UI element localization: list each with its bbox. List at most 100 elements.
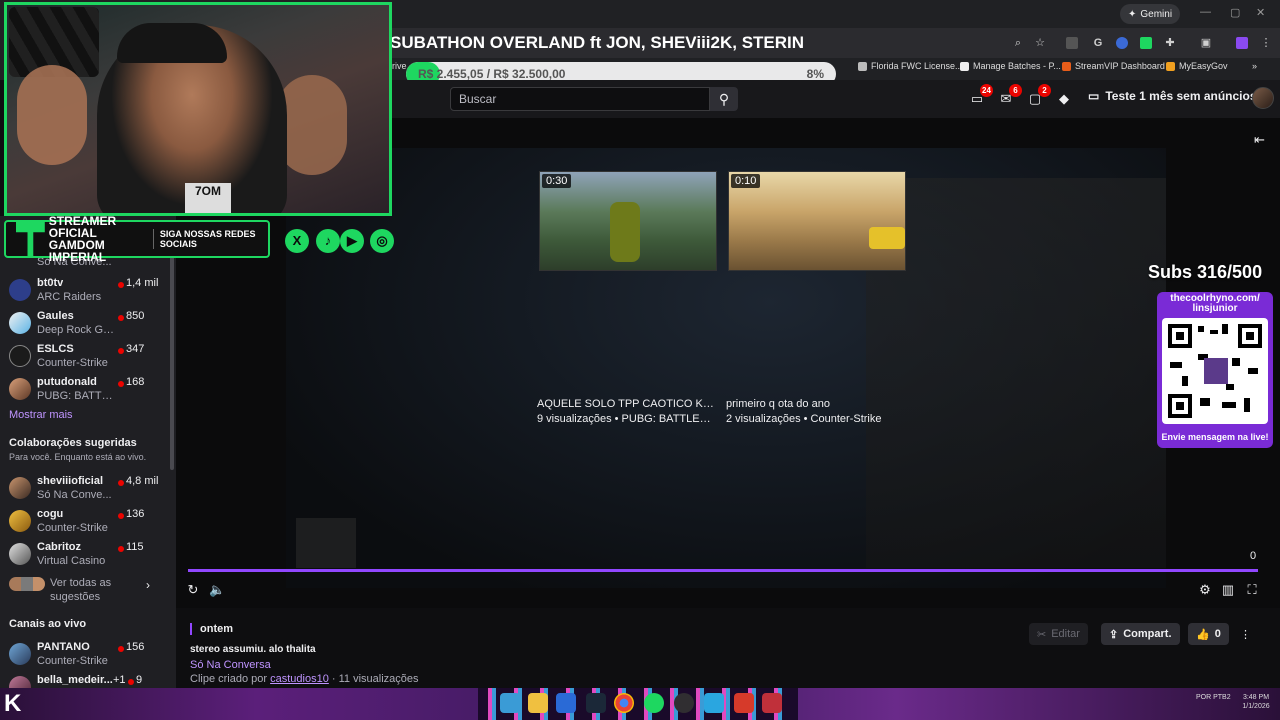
zoom-icon[interactable]: ⌕ [1012, 37, 1024, 49]
channel-name: Cabritoz [37, 541, 81, 553]
sidebar-channel[interactable]: sheviiioficial Só Na Conve... 4,8 mil [0, 472, 176, 504]
file-explorer-icon[interactable] [528, 693, 548, 713]
google-icon[interactable]: G [1092, 37, 1104, 49]
extension-icon[interactable] [1140, 37, 1152, 49]
minimize-icon[interactable]: — [1200, 6, 1211, 18]
close-icon[interactable]: ✕ [1256, 6, 1265, 19]
address-bar[interactable]: SUBATHON OVERLAND ft JON, SHEViii2K, STE… [390, 28, 1280, 58]
live-dot [118, 381, 124, 387]
sidebar-channel[interactable]: cogu Counter-Strike 136 [0, 505, 176, 537]
clip-creator-line: Clipe criado por castudios10 · 11 visual… [190, 673, 419, 685]
bookmark-item[interactable]: Manage Batches - P... [960, 61, 1061, 71]
sidebar: Só Na Conve... bt0tv ARC Raiders 1,4 mil… [0, 216, 176, 690]
bits-icon[interactable]: ◆ [1055, 90, 1073, 108]
user-avatar[interactable] [1252, 87, 1274, 109]
qr-url: thecoolrhyno.com/ linsjunior [1170, 293, 1260, 314]
star-icon[interactable]: ☆ [1034, 37, 1046, 49]
like-button[interactable]: 👍 0 [1188, 623, 1229, 645]
like-count: 0 [1214, 628, 1221, 640]
search-input[interactable]: Buscar [450, 87, 710, 111]
whispers-icon[interactable]: ✉ 6 [997, 84, 1022, 108]
app-icon[interactable] [762, 693, 782, 713]
extension-icon[interactable] [1116, 37, 1128, 49]
bookmark-label: Manage Batches - P... [973, 61, 1061, 71]
sidepanel-icon[interactable]: ▣ [1200, 37, 1212, 49]
bookmark-item[interactable]: StreamVIP Dashboard [1062, 61, 1165, 71]
sidebar-channel[interactable]: putudonald PUBG: BATTLE... 168 [0, 373, 176, 405]
instagram-icon: ◎ [370, 229, 394, 253]
app-icon[interactable] [734, 693, 754, 713]
clip-card[interactable]: 0:10 [728, 171, 906, 271]
settings-icon[interactable]: ⚙ [1197, 582, 1213, 598]
bookmark-item[interactable]: MyEasyGov [1166, 61, 1228, 71]
channel-name: Gaules [37, 310, 74, 322]
webcam-hand [277, 75, 347, 175]
show-more-link[interactable]: Mostrar mais [9, 409, 73, 421]
theatre-mode-icon[interactable]: ▥ [1220, 582, 1236, 598]
obs-icon[interactable] [674, 693, 694, 713]
maximize-icon[interactable]: ▢ [1230, 6, 1240, 19]
ad-free-trial-button[interactable]: ▭ Teste 1 mês sem anúncios [1088, 89, 1257, 103]
channel-game: PUBG: BATTLE... [37, 390, 117, 402]
clip-duration: 0:10 [731, 174, 761, 188]
sidebar-channel[interactable]: Gaules Deep Rock Gal... 850 [0, 307, 176, 339]
replay-icon[interactable]: ↻ [185, 582, 201, 598]
fullscreen-icon[interactable]: ⛶ [1244, 582, 1260, 598]
viewer-count: 115 [126, 541, 144, 553]
sidebar-channel[interactable]: ESLCS Counter-Strike 347 [0, 340, 176, 372]
chevron-right-icon[interactable]: » [1252, 61, 1257, 71]
bookmark-icon [1166, 61, 1175, 71]
bookmark-item[interactable]: Florida FWC License... [858, 61, 963, 71]
viewer-count: 9 [136, 674, 143, 686]
app-icon[interactable] [704, 693, 724, 713]
input-language[interactable]: POR PTB2 [1196, 693, 1231, 702]
clip-category-link[interactable]: Só Na Conversa [190, 659, 271, 671]
share-button[interactable]: ⇪ Compart. [1101, 623, 1180, 645]
bookmark-label: Florida FWC License... [871, 61, 963, 71]
volume-icon[interactable]: 🔈 [209, 582, 225, 598]
guest-count: +1 [113, 674, 126, 686]
clip-meta: 9 visualizações • PUBG: BATTLEGR... [537, 413, 719, 425]
spotify-icon[interactable] [644, 693, 664, 713]
clock[interactable]: 3:48 PM 1/1/2026 [1232, 693, 1280, 711]
more-options-button[interactable]: ⋮ [1232, 623, 1259, 645]
sidebar-channel[interactable]: Cabritoz Virtual Casino 115 [0, 538, 176, 570]
start-icon[interactable] [500, 693, 520, 713]
live-dot [118, 282, 124, 288]
see-all-suggestions[interactable]: Ver todas as sugestões › [0, 574, 176, 604]
inbox-icon[interactable]: ▭ 24 [968, 84, 993, 108]
time-display: 0 [1250, 550, 1257, 562]
tab-bar: ✦ Gemini — ▢ ✕ [390, 0, 1280, 28]
extension-icon[interactable] [1066, 37, 1078, 49]
video-frame-detail [866, 178, 1166, 568]
creator-link[interactable]: castudios10 [270, 673, 329, 685]
channel-name: putudonald [37, 376, 97, 388]
chevron-right-icon: › [146, 578, 150, 592]
clip-title[interactable]: AQUELE SOLO TPP CAOTICO KKK !... [537, 398, 719, 410]
sidebar-scrollbar[interactable] [170, 250, 174, 470]
channel-game: Virtual Casino [37, 555, 106, 567]
clip-card[interactable]: 0:30 [539, 171, 717, 271]
edit-button[interactable]: ✂ Editar [1029, 623, 1088, 645]
gemini-button[interactable]: ✦ Gemini [1120, 4, 1181, 24]
avatar [9, 643, 31, 665]
sidebar-channel[interactable]: bt0tv ARC Raiders 1,4 mil [0, 274, 176, 306]
clip-info-title: stereo assumiu. alo thalita [190, 644, 316, 655]
steam-icon[interactable] [586, 693, 606, 713]
profile-icon[interactable] [1236, 37, 1248, 49]
chrome-icon[interactable] [614, 693, 634, 713]
search-button[interactable]: ⚲ [710, 87, 738, 111]
clip-title[interactable]: primeiro q ota do ano [726, 398, 830, 410]
collapse-chat-icon[interactable]: ⇤ [1254, 132, 1265, 148]
bookmark-partial[interactable]: rive [392, 61, 407, 71]
viewer-count: 136 [126, 508, 145, 520]
viewer-count: 156 [126, 641, 145, 653]
chat-icon[interactable]: ▢ 2 [1026, 84, 1051, 108]
menu-icon[interactable]: ⋮ [1260, 37, 1272, 49]
gemini-label: Gemini [1140, 8, 1173, 20]
clip-thumbnail-detail [610, 202, 640, 262]
app-icon[interactable] [556, 693, 576, 713]
sidebar-channel[interactable]: PANTANO Counter-Strike 156 [0, 638, 176, 670]
puzzle-icon[interactable]: ✚ [1164, 37, 1176, 49]
channel-name: sheviiioficial [37, 475, 104, 487]
